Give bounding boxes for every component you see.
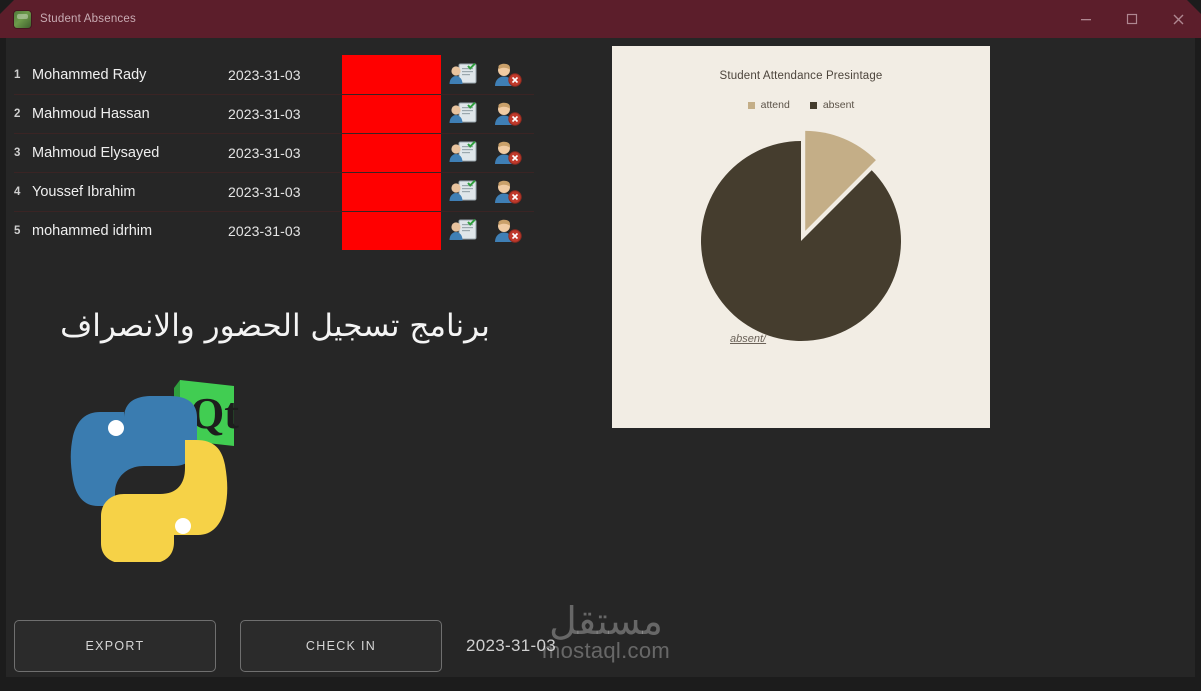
legend-label: absent — [822, 99, 855, 111]
mark-absent-icon[interactable] — [485, 172, 529, 211]
table-row[interactable]: 5 mohammed idrhim 2023-31-03 — [14, 211, 534, 250]
table-row[interactable]: 3 Mahmoud Elysayed 2023-31-03 — [14, 133, 534, 172]
mark-absent-icon[interactable] — [485, 55, 529, 94]
app-icon — [14, 10, 31, 28]
pie-slice-absent — [701, 141, 901, 341]
student-date: 2023-31-03 — [228, 144, 301, 161]
window-corner-top-right — [1187, 0, 1201, 14]
student-date: 2023-31-03 — [228, 105, 301, 122]
pie-slice-annotation: absent/ — [730, 333, 767, 345]
student-name: Mahmoud Hassan — [32, 105, 150, 122]
attendance-chart-panel: Student Attendance Presintage attend abse… — [612, 46, 990, 428]
mark-absent-icon[interactable] — [485, 133, 529, 172]
maximize-icon — [1126, 13, 1138, 25]
python-qt-logo: Qt — [62, 376, 242, 562]
window-title: Student Absences — [40, 13, 136, 25]
arabic-caption: برنامج تسجيل الحضور والانصراف — [60, 308, 490, 344]
student-name: Mohammed Rady — [32, 66, 147, 83]
chart-legend: attend absent — [612, 99, 990, 111]
check-in-icon[interactable] — [441, 211, 485, 250]
window-controls — [1063, 0, 1201, 38]
check-in-button[interactable]: CHECK IN — [240, 620, 442, 672]
app-window: Student Absences 1 Mohammed Rady 2023-31-0… — [0, 0, 1201, 691]
student-name: Youssef Ibrahim — [32, 183, 136, 200]
mark-absent-icon[interactable] — [485, 94, 529, 133]
table-row[interactable]: 1 Mohammed Rady 2023-31-03 — [14, 55, 534, 94]
row-index: 4 — [14, 185, 21, 198]
status-badge — [342, 55, 441, 94]
legend-item: absent — [809, 99, 855, 111]
legend-swatch — [747, 101, 755, 109]
student-date: 2023-31-03 — [228, 183, 301, 200]
window-corner-top-left — [0, 0, 14, 14]
status-badge — [342, 133, 441, 172]
maximize-button[interactable] — [1109, 0, 1155, 38]
bottom-toolbar: EXPORT CHECK IN 2023-31-03 — [0, 615, 1201, 677]
row-index: 2 — [14, 107, 21, 120]
current-date-label: 2023-31-03 — [466, 636, 556, 655]
student-name: Mahmoud Elysayed — [32, 144, 160, 161]
legend-label: attend — [760, 99, 790, 111]
status-badge — [342, 172, 441, 211]
window-right-edge — [1195, 0, 1201, 691]
pie-chart-canvas: absent/ — [612, 123, 990, 373]
student-name: mohammed idrhim — [32, 222, 153, 239]
student-table: 1 Mohammed Rady 2023-31-03 2 Mahmoud Hassan… — [14, 55, 534, 250]
legend-swatch — [809, 101, 817, 109]
legend-item: attend — [747, 99, 790, 111]
table-row[interactable]: 4 Youssef Ibrahim 2023-31-03 — [14, 172, 534, 211]
close-icon — [1172, 13, 1185, 26]
pie-chart — [701, 130, 901, 341]
minimize-button[interactable] — [1063, 0, 1109, 38]
window-left-edge — [0, 0, 6, 691]
status-badge — [342, 94, 441, 133]
minimize-icon — [1080, 13, 1092, 25]
status-badge — [342, 211, 441, 250]
check-in-icon[interactable] — [441, 172, 485, 211]
chart-title: Student Attendance Presintage — [719, 70, 883, 82]
student-date: 2023-31-03 — [228, 66, 301, 83]
mark-absent-icon[interactable] — [485, 211, 529, 250]
title-bar-left: Student Absences — [0, 10, 1063, 28]
row-index: 3 — [14, 146, 21, 159]
check-in-icon[interactable] — [441, 133, 485, 172]
title-bar[interactable]: Student Absences — [0, 0, 1201, 38]
check-in-icon[interactable] — [441, 94, 485, 133]
check-in-icon[interactable] — [441, 55, 485, 94]
table-row[interactable]: 2 Mahmoud Hassan 2023-31-03 — [14, 94, 534, 133]
window-bottom-edge — [0, 677, 1201, 691]
export-button[interactable]: EXPORT — [14, 620, 216, 672]
student-date: 2023-31-03 — [228, 222, 301, 239]
row-index: 1 — [14, 68, 21, 81]
row-index: 5 — [14, 224, 21, 237]
